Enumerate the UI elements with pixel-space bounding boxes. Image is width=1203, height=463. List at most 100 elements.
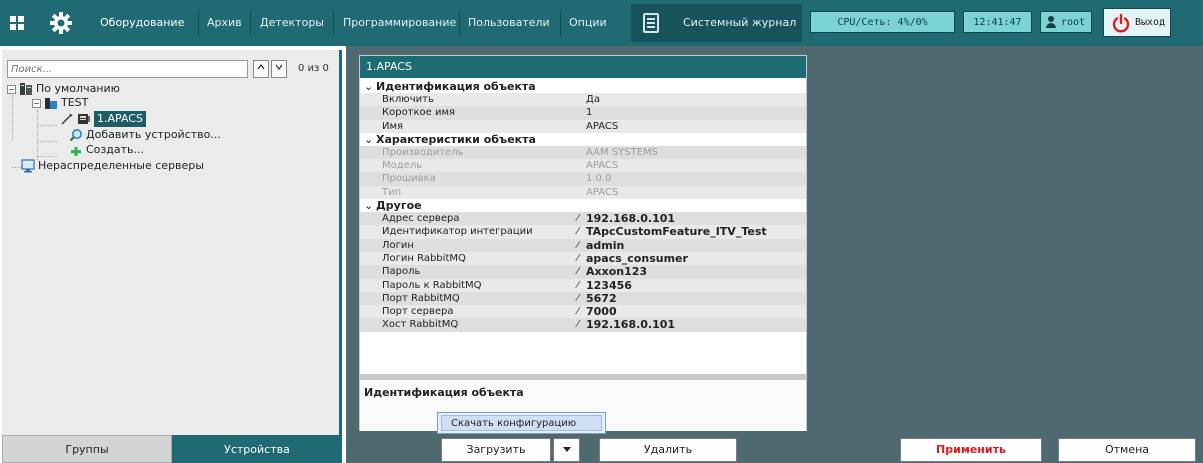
apps-grid-icon <box>10 16 24 30</box>
cancel-button[interactable]: Отмена <box>1058 438 1196 462</box>
clock: 12:41:47 <box>963 11 1032 33</box>
tree-connector <box>37 110 38 160</box>
tree-connector <box>12 95 13 141</box>
property-row[interactable]: Включить Да <box>360 93 806 107</box>
user-name: root <box>1061 17 1086 28</box>
property-group-header[interactable]: ⌄ Характеристики объекта <box>360 132 806 146</box>
tree-node-create[interactable]: Создать... <box>69 142 144 158</box>
property-value[interactable]: Axxon123 <box>586 265 647 278</box>
property-name: Логин RabbitMQ <box>382 252 466 264</box>
collapse-icon[interactable]: − <box>32 98 41 108</box>
property-name: Идентификатор интеграции <box>382 226 533 238</box>
search-prev-button[interactable] <box>253 60 269 78</box>
gear-icon <box>50 12 72 34</box>
download-config-menu-item[interactable]: Скачать конфигурацию <box>441 415 602 431</box>
tree-label: Создать... <box>86 143 144 156</box>
property-row[interactable]: Порт сервера ⁄ 7000 <box>360 305 806 319</box>
collapse-icon[interactable]: − <box>7 84 16 94</box>
search-input[interactable] <box>7 60 248 78</box>
property-value: APACS <box>586 160 619 172</box>
property-value[interactable]: 192.168.0.101 <box>586 212 675 225</box>
tab-equipment[interactable]: Оборудование <box>92 8 192 38</box>
properties-panel: 1.APACS ⌄ Идентификация объекта Включить Да… <box>359 55 807 431</box>
property-row[interactable]: Логин RabbitMQ ⁄ apacs_consumer <box>360 251 806 266</box>
device-tree-panel: 0 из 0 − По умолчанию − TEST 1.APACS <box>2 50 342 463</box>
tree-node-unassigned-servers[interactable]: Нераспределенные серверы <box>21 158 204 174</box>
property-value[interactable]: 192.168.0.101 <box>586 318 675 331</box>
edit-pencil-icon: ⁄ <box>577 213 579 225</box>
user-icon <box>1046 16 1056 28</box>
tab-users[interactable]: Пользователи <box>460 8 558 38</box>
tab-separator <box>250 10 251 36</box>
property-value: AAM SYSTEMS <box>586 146 658 158</box>
property-group-header[interactable]: ⌄ Другое <box>360 199 806 213</box>
exit-button[interactable]: Выход <box>1103 8 1171 37</box>
property-value[interactable]: 123456 <box>586 279 632 292</box>
property-group-label: Другое <box>376 199 422 213</box>
property-name: Короткое имя <box>382 107 456 119</box>
property-row[interactable]: Хост RabbitMQ ⁄ 192.168.0.101 <box>360 318 806 332</box>
edit-pencil-icon: ⁄ <box>577 226 579 238</box>
property-value[interactable]: 5672 <box>586 292 617 305</box>
property-value[interactable]: 7000 <box>586 305 617 318</box>
system-journal-button[interactable]: Системный журнал <box>631 4 802 42</box>
chevron-down-icon <box>562 447 571 452</box>
property-value: APACS <box>586 120 619 132</box>
property-row: Тип APACS <box>360 185 806 200</box>
chevron-down-icon: ⌄ <box>364 199 374 213</box>
property-value[interactable]: admin <box>586 239 624 252</box>
load-button[interactable]: Загрузить <box>441 438 551 462</box>
tree-label: Добавить устройство... <box>86 128 221 141</box>
edit-pencil-icon: ⁄ <box>577 239 579 251</box>
search-next-button[interactable] <box>271 60 287 78</box>
property-row[interactable]: Пароль к RabbitMQ ⁄ 123456 <box>360 278 806 292</box>
property-value[interactable]: apacs_consumer <box>586 252 688 265</box>
property-value[interactable]: TApcCustomFeature_ITV_Test <box>586 225 767 238</box>
property-row[interactable]: Адрес сервера ⁄ 192.168.0.101 <box>360 212 806 226</box>
tab-separator <box>333 10 334 36</box>
edit-pencil-icon: ⁄ <box>577 266 579 278</box>
property-name: Имя <box>382 120 404 132</box>
tree-node-apacs[interactable]: 1.APACS <box>60 111 146 127</box>
apply-button[interactable]: Применить <box>900 438 1042 462</box>
property-value: 1 <box>586 107 593 119</box>
tab-groups[interactable]: Группы <box>2 435 172 463</box>
settings-button[interactable] <box>38 3 84 43</box>
property-row: Производитель AAM SYSTEMS <box>360 145 806 160</box>
property-name: Хост RabbitMQ <box>382 319 459 331</box>
property-row[interactable]: Идентификатор интеграции ⁄ TApcCustomFeatu… <box>360 225 806 239</box>
property-row: Модель APACS <box>360 159 806 173</box>
property-row: Прошивка 1.0.0 <box>360 172 806 186</box>
property-row[interactable]: Порт RabbitMQ ⁄ 5672 <box>360 291 806 306</box>
tree-node-add-device[interactable]: Добавить устройство... <box>69 127 221 143</box>
chevron-down-icon <box>275 64 283 70</box>
property-group-label: Идентификация объекта <box>376 80 536 93</box>
property-group-header[interactable]: ⌄ Идентификация объекта <box>360 80 806 93</box>
delete-button[interactable]: Удалить <box>599 438 737 462</box>
property-name: Модель <box>382 160 423 172</box>
power-icon <box>1112 13 1130 33</box>
property-name: Порт RabbitMQ <box>382 292 460 304</box>
apps-grid-button[interactable] <box>2 6 32 40</box>
property-row[interactable]: Пароль ⁄ Axxon123 <box>360 265 806 279</box>
load-dropdown-button[interactable] <box>553 438 580 462</box>
edit-pencil-icon <box>61 113 73 125</box>
description-title: Идентификация объекта <box>364 386 524 399</box>
tab-devices[interactable]: Устройства <box>172 435 342 463</box>
property-value: Да <box>586 94 600 105</box>
tab-programming[interactable]: Программирование <box>335 8 464 38</box>
tab-archive[interactable]: Архив <box>199 8 250 38</box>
tree-node-test[interactable]: − TEST <box>32 95 88 111</box>
property-row[interactable]: Имя APACS <box>360 119 806 133</box>
property-name: Адрес сервера <box>382 213 460 225</box>
search-result-count: 0 из 0 <box>298 63 329 74</box>
tab-detectors[interactable]: Детекторы <box>252 8 332 38</box>
tab-options[interactable]: Опции <box>561 8 615 38</box>
property-name: Логин <box>382 239 414 251</box>
server-icon <box>45 98 57 109</box>
user-badge[interactable]: root <box>1040 11 1092 33</box>
tree-connector <box>37 156 57 157</box>
top-bar: Оборудование Архив Детекторы Программиро… <box>0 0 1203 46</box>
property-row[interactable]: Логин ⁄ admin <box>360 238 806 252</box>
property-row[interactable]: Короткое имя 1 <box>360 106 806 120</box>
